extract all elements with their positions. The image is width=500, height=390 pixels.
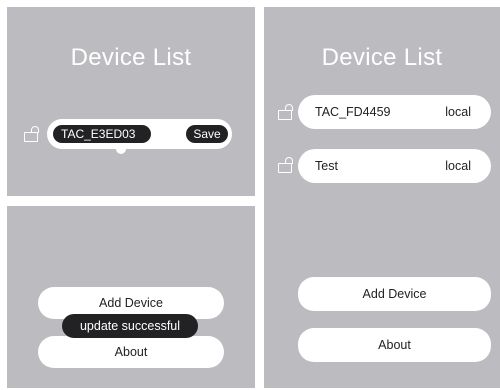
lock-icon[interactable] [278,157,293,173]
device-list-screen: Device List TAC_FD4459 local Test local … [264,7,500,388]
save-button[interactable]: Save [186,125,228,143]
page-title: Device List [321,44,443,71]
device-name: Test [315,159,338,173]
device-status: local [445,159,471,173]
lock-icon[interactable] [278,104,293,120]
device-name: TAC_FD4459 [315,105,391,119]
device-name-input[interactable]: TAC_E3ED03 [53,125,151,143]
device-status: local [445,105,471,119]
device-row-editing: TAC_E3ED03 Save [47,119,232,149]
about-button[interactable]: About [298,328,491,362]
toast-message: update successful [62,314,198,338]
lock-icon[interactable] [24,126,39,142]
device-list-rename-screen: Device List TAC_E3ED03 Save [7,7,255,196]
device-row[interactable]: TAC_FD4459 local [298,95,491,129]
page-title: Device List [70,44,192,71]
add-device-button[interactable]: Add Device [298,277,491,311]
device-list-toast-screen: Add Device About update successful [7,206,255,388]
device-row[interactable]: Test local [298,149,491,183]
text-cursor-handle[interactable] [116,144,126,154]
about-button[interactable]: About [38,336,224,368]
